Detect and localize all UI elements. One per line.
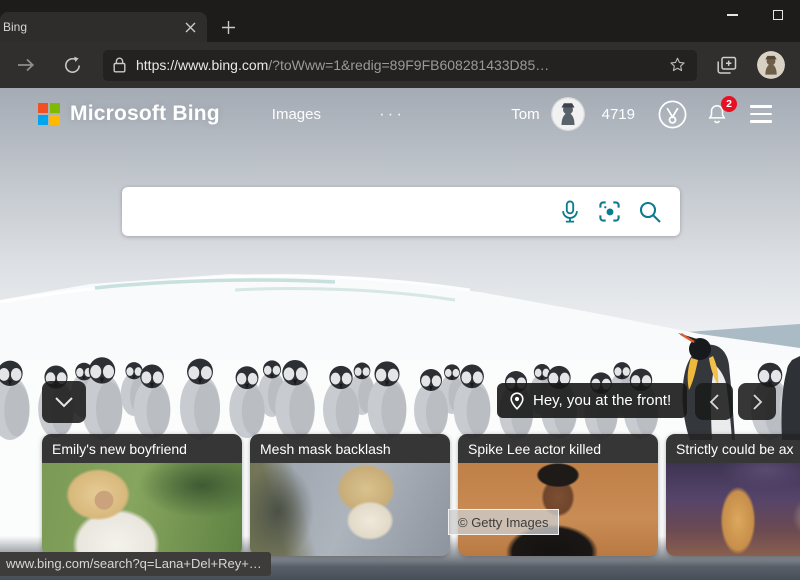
bing-header: Microsoft Bing Images ··· Tom 4719 xyxy=(0,94,800,134)
tab-title: Bing xyxy=(0,20,179,34)
nav-item-images[interactable]: Images xyxy=(272,106,321,123)
refresh-button[interactable] xyxy=(55,48,89,82)
search-magnifier-icon[interactable] xyxy=(638,200,662,224)
previous-image-button[interactable] xyxy=(695,383,733,420)
rewards-points[interactable]: 4719 xyxy=(602,106,635,123)
forward-button[interactable] xyxy=(9,48,43,82)
lock-icon xyxy=(113,57,126,73)
brand-title[interactable]: Microsoft Bing xyxy=(70,102,220,126)
search-input[interactable] xyxy=(140,202,559,222)
news-card[interactable]: Strictly could be ax xyxy=(666,434,800,556)
browser-profile-avatar[interactable] xyxy=(757,51,785,79)
rewards-medal-icon[interactable] xyxy=(657,99,688,130)
window-controls xyxy=(710,0,800,30)
chevron-down-icon xyxy=(54,396,74,408)
visual-search-icon[interactable] xyxy=(598,200,621,223)
notifications-bell-icon[interactable]: 2 xyxy=(706,103,728,125)
chevron-right-icon xyxy=(752,393,763,411)
toolbar-right xyxy=(709,48,785,82)
maximize-button[interactable] xyxy=(755,0,800,30)
hint-text: Hey, you at the front! xyxy=(533,392,671,409)
status-bar-link-preview: www.bing.com/search?q=Lana+Del+Rey+… xyxy=(0,552,271,576)
news-card[interactable]: Spike Lee actor killed xyxy=(458,434,658,556)
user-avatar[interactable] xyxy=(552,98,584,130)
more-menu-icon[interactable]: ··· xyxy=(379,104,405,124)
header-right: Tom 4719 xyxy=(511,98,772,130)
browser-titlebar: Bing xyxy=(0,0,800,42)
news-card-title: Mesh mask backlash xyxy=(250,434,450,463)
next-image-button[interactable] xyxy=(738,383,776,420)
url-text: https://www.bing.com/?toWww=1&redig=89F9… xyxy=(136,57,668,73)
chevron-left-icon xyxy=(709,393,720,411)
microsoft-logo-icon[interactable] xyxy=(38,103,60,125)
browser-toolbar: https://www.bing.com/?toWww=1&redig=89F9… xyxy=(0,42,800,88)
news-card[interactable]: Mesh mask backlash xyxy=(250,434,450,556)
image-hotspot-hint[interactable]: Hey, you at the front! xyxy=(497,383,687,418)
news-card-image xyxy=(42,463,242,556)
address-bar[interactable]: https://www.bing.com/?toWww=1&redig=89F9… xyxy=(103,50,697,81)
image-credit-badge: © Getty Images xyxy=(448,509,559,535)
notification-badge: 2 xyxy=(721,96,737,112)
news-card-image xyxy=(250,463,450,556)
favorite-star-icon[interactable] xyxy=(668,56,687,74)
bing-homepage: Microsoft Bing Images ··· Tom 4719 xyxy=(0,88,800,580)
search-box xyxy=(122,187,680,236)
tab-close-icon[interactable] xyxy=(179,16,201,38)
location-pin-icon xyxy=(510,392,524,410)
news-card-title: Strictly could be ax xyxy=(666,434,800,463)
hamburger-menu-icon[interactable] xyxy=(750,105,772,122)
news-card[interactable]: Emily's new boyfriend xyxy=(42,434,242,556)
browser-tab-bing[interactable]: Bing xyxy=(0,12,207,42)
collections-icon[interactable] xyxy=(709,48,743,82)
browser-window: Bing https://www.bi xyxy=(0,0,800,580)
minimize-button[interactable] xyxy=(710,0,755,30)
new-tab-button[interactable] xyxy=(215,14,241,40)
news-card-title: Emily's new boyfriend xyxy=(42,434,242,463)
news-card-image xyxy=(666,463,800,556)
scroll-down-button[interactable] xyxy=(42,381,86,423)
voice-search-icon[interactable] xyxy=(559,200,581,224)
user-name[interactable]: Tom xyxy=(511,106,539,123)
news-card-title: Spike Lee actor killed xyxy=(458,434,658,463)
